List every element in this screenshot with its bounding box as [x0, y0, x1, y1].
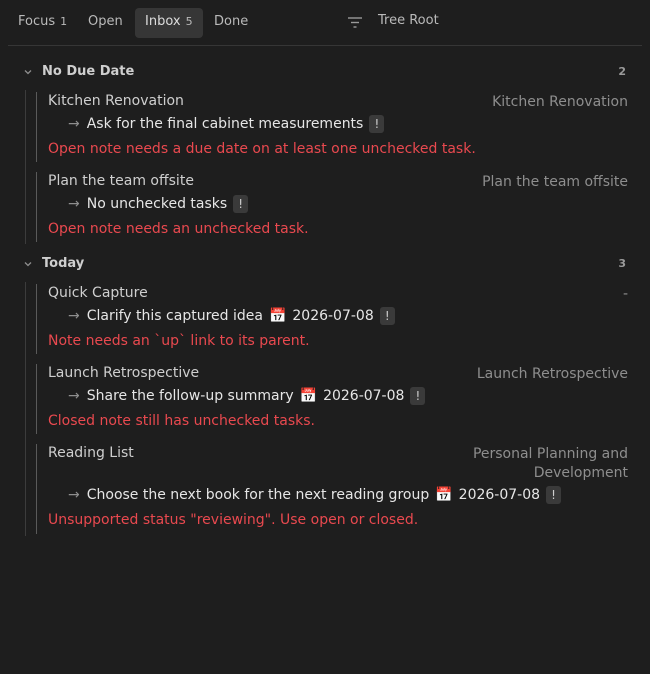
note-title[interactable]: Launch Retrospective	[48, 365, 199, 381]
due-date: 2026-07-08	[323, 388, 405, 404]
note-parent-link[interactable]: Plan the team offsite	[482, 173, 628, 192]
tab-label: Done	[214, 14, 249, 29]
tab-label: Inbox	[145, 14, 181, 29]
task-text: Choose the next book for the next readin…	[86, 487, 430, 503]
note-parent-link: -	[622, 286, 628, 302]
task-text: No unchecked tasks	[86, 196, 228, 212]
task-line[interactable]: → Clarify this captured idea 📅 2026-07-0…	[68, 306, 395, 326]
group-count: 3	[618, 257, 626, 270]
warning-flag: !	[233, 195, 249, 213]
group-title: Today	[42, 256, 85, 271]
note-parent-link[interactable]: Kitchen Renovation	[492, 93, 628, 112]
group-header-today[interactable]: Today 3	[20, 254, 630, 276]
due-date: 2026-07-08	[292, 308, 374, 324]
note-rail	[36, 364, 37, 434]
calendar-icon: 📅	[299, 388, 318, 404]
note-error: Unsupported status "reviewing". Use open…	[48, 512, 419, 528]
task-text: Share the follow-up summary	[86, 388, 294, 404]
arrow-icon: →	[68, 308, 80, 324]
note-error: Closed note still has unchecked tasks.	[48, 413, 315, 429]
note-title[interactable]: Kitchen Renovation	[48, 93, 184, 109]
note-title[interactable]: Plan the team offsite	[48, 173, 194, 189]
parent-line: Development	[533, 465, 628, 481]
note-rail	[36, 92, 37, 162]
arrow-icon: →	[68, 116, 80, 132]
warning-flag: !	[410, 387, 426, 405]
note-parent-link[interactable]: Launch Retrospective	[477, 365, 628, 384]
calendar-icon: 📅	[435, 487, 453, 503]
tab-focus[interactable]: Focus 1	[8, 8, 77, 38]
tab-label: Open	[88, 14, 123, 29]
note-error: Open note needs a due date on at least o…	[48, 141, 476, 157]
note-title[interactable]: Reading List	[48, 445, 134, 461]
group-header-no-due-date[interactable]: No Due Date 2	[20, 62, 630, 84]
note-error: Note needs an `up` link to its parent.	[48, 333, 310, 349]
group-rail	[25, 282, 26, 536]
tab-open[interactable]: Open	[78, 8, 133, 38]
group-title: No Due Date	[42, 64, 135, 79]
warning-flag: !	[369, 115, 385, 133]
tab-inbox[interactable]: Inbox 5	[135, 8, 203, 38]
note-error: Open note needs an unchecked task.	[48, 221, 309, 237]
task-line[interactable]: → Share the follow-up summary 📅 2026-07-…	[68, 386, 426, 406]
note-parent-link[interactable]: Personal Planning and Development	[473, 445, 628, 483]
note-rail	[36, 284, 37, 354]
group-rail	[25, 90, 26, 244]
chevron-down-icon	[24, 262, 32, 267]
group-count: 2	[618, 65, 626, 78]
tree-root-label[interactable]: Tree Root	[378, 13, 439, 28]
note-rail	[36, 444, 37, 534]
task-line[interactable]: → Ask for the final cabinet measurements…	[68, 114, 385, 134]
task-text: Ask for the final cabinet measurements	[86, 116, 364, 132]
note-title[interactable]: Quick Capture	[48, 285, 148, 301]
task-line[interactable]: → No unchecked tasks !	[68, 194, 249, 214]
warning-flag: !	[546, 486, 562, 504]
warning-flag: !	[379, 307, 395, 325]
arrow-icon: →	[68, 487, 80, 503]
parent-line: Personal Planning and	[472, 446, 628, 462]
tab-count: 5	[185, 15, 193, 28]
task-line[interactable]: → Choose the next book for the next read…	[68, 485, 562, 505]
arrow-icon: →	[68, 388, 80, 404]
view-toolbar: Focus 1 Open Inbox 5 Done Tree Root	[8, 0, 642, 46]
tab-label: Focus	[18, 14, 56, 29]
due-date: 2026-07-08	[458, 487, 541, 503]
filter-icon[interactable]	[346, 13, 364, 31]
task-text: Clarify this captured idea	[86, 308, 263, 324]
tab-done[interactable]: Done	[204, 8, 258, 38]
chevron-down-icon	[24, 70, 32, 75]
tab-count: 1	[60, 15, 68, 28]
note-rail	[36, 172, 37, 242]
calendar-icon: 📅	[268, 308, 287, 324]
arrow-icon: →	[68, 196, 80, 212]
